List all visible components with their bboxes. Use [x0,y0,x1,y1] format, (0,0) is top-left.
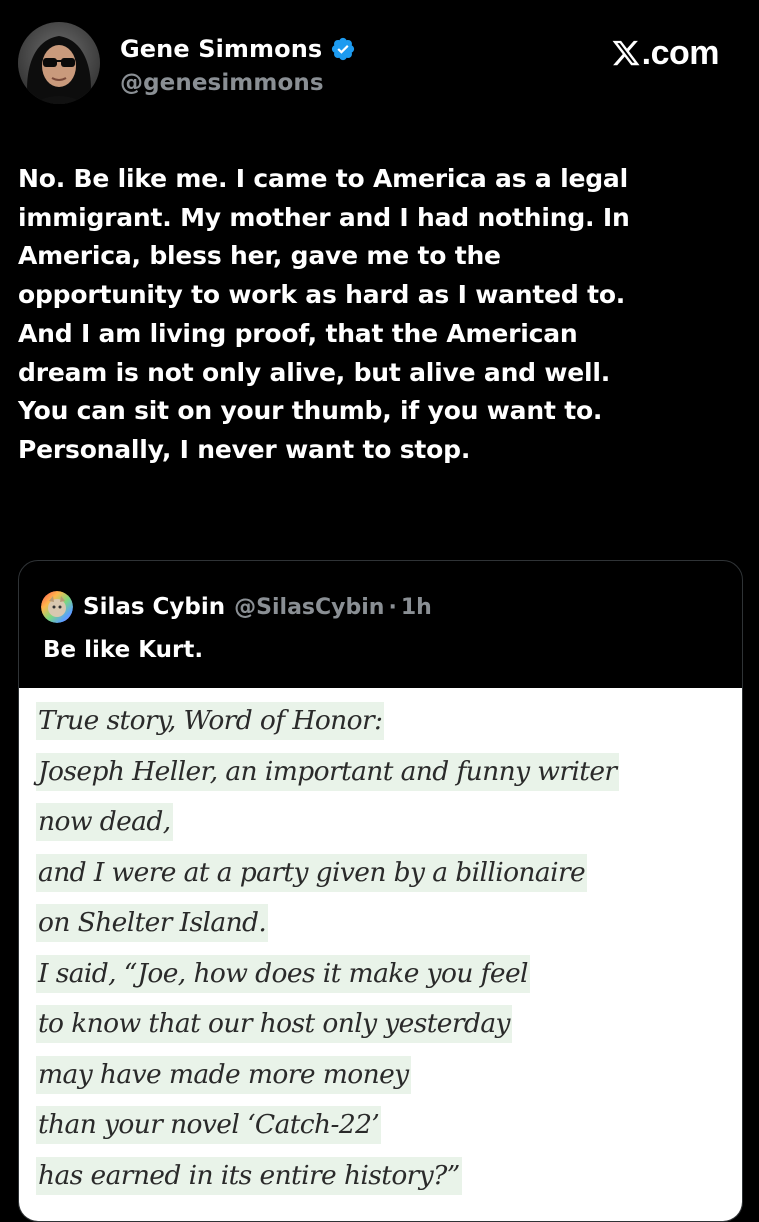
site-watermark: .com [611,28,720,78]
quoted-post-card[interactable]: Silas Cybin @SilasCybin · 1h Be like Kur… [18,560,743,1222]
dot-separator: · [388,594,397,620]
quoted-author-name[interactable]: Silas Cybin [83,594,225,620]
verified-badge-icon [332,37,355,61]
book-excerpt-image[interactable]: True story, Word of Honor: Joseph Heller… [19,688,742,1221]
excerpt-line: I said, “Joe, how does it make you feel [36,954,619,1006]
excerpt-line: Joseph Heller, an important and funny wr… [36,752,619,804]
site-label: .com [641,33,720,72]
excerpt-line: and I were at a party given by a billion… [36,853,619,905]
author-handle[interactable]: @genesimmons [120,70,356,96]
excerpt-line: True story, Word of Honor: [36,702,619,753]
post-header: Gene Simmons @genesimmons .com [18,22,741,112]
excerpt-line: has earned in its entire history?” [36,1156,619,1208]
quoted-author-avatar[interactable] [41,591,73,623]
excerpt-lines: True story, Word of Honor: Joseph Heller… [36,702,619,1207]
excerpt-line: now dead, [36,803,619,854]
author-info: Gene Simmons @genesimmons [120,32,356,96]
author-avatar[interactable] [18,22,100,104]
quoted-post-time[interactable]: 1h [401,595,432,620]
quoted-author-handle[interactable]: @SilasCybin [234,595,384,620]
excerpt-line: to know that our host only yesterday [36,1005,619,1056]
excerpt-line: on Shelter Island. [36,904,619,955]
quoted-post-text: Be like Kurt. [43,637,204,663]
x-logo-icon [612,40,640,66]
excerpt-line: may have made more money [36,1055,619,1107]
excerpt-line: than your novel ‘Catch-22’ [36,1106,619,1157]
author-name-row: Gene Simmons [120,32,356,66]
quoted-post-header: Silas Cybin @SilasCybin · 1h [41,589,432,625]
post-text: No. Be like me. I came to America as a l… [18,164,630,464]
author-name[interactable]: Gene Simmons [120,35,322,63]
